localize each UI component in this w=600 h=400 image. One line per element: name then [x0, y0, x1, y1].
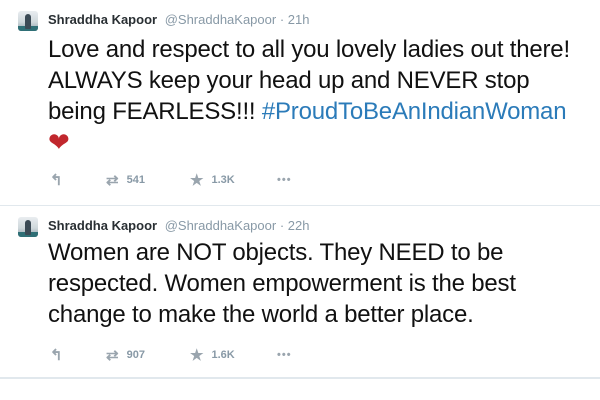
tweet-feed: Shraddha Kapoor @ShraddhaKapoor · 21h Lo… — [0, 0, 600, 400]
star-icon: ★ — [190, 172, 204, 189]
author-handle[interactable]: @ShraddhaKapoor — [165, 218, 277, 233]
hashtag-link[interactable]: #ProudToBeAnIndianWoman — [262, 98, 567, 125]
tweet[interactable]: Shraddha Kapoor @ShraddhaKapoor · 21h Lo… — [0, 0, 600, 206]
reply-icon: ↰ — [50, 172, 63, 189]
retweet-count: 541 — [126, 174, 145, 186]
author-name[interactable]: Shraddha Kapoor — [48, 218, 157, 233]
more-button[interactable]: ••• — [277, 346, 292, 364]
author-handle[interactable]: @ShraddhaKapoor — [165, 12, 277, 27]
more-button[interactable]: ••• — [277, 171, 292, 189]
avatar[interactable] — [18, 217, 38, 237]
reply-button[interactable]: ↰ — [50, 171, 63, 189]
tweet[interactable]: Shraddha Kapoor @ShraddhaKapoor · 22h Wo… — [0, 206, 600, 378]
favorite-button[interactable]: ★ 1.6K — [190, 346, 235, 364]
tweet-header: Shraddha Kapoor @ShraddhaKapoor · 22h — [48, 218, 310, 233]
reply-icon: ↰ — [50, 347, 63, 364]
retweet-icon: ⇄ — [106, 172, 119, 189]
more-icon: ••• — [277, 174, 292, 186]
timestamp[interactable]: 22h — [288, 218, 310, 233]
retweet-button[interactable]: ⇄ 907 — [106, 346, 145, 364]
retweet-count: 907 — [126, 349, 145, 361]
reply-button[interactable]: ↰ — [50, 346, 63, 364]
retweet-button[interactable]: ⇄ 541 — [106, 171, 145, 189]
retweet-icon: ⇄ — [106, 347, 119, 364]
tweet-header: Shraddha Kapoor @ShraddhaKapoor · 21h — [48, 12, 310, 27]
next-tweet — [0, 378, 600, 400]
heart-emoji: ❤ — [48, 127, 70, 157]
more-icon: ••• — [277, 349, 292, 361]
separator: · — [279, 12, 285, 27]
author-name[interactable]: Shraddha Kapoor — [48, 12, 157, 27]
separator: · — [279, 218, 285, 233]
favorite-count: 1.3K — [211, 174, 235, 186]
avatar[interactable] — [18, 11, 38, 31]
star-icon: ★ — [190, 347, 204, 364]
favorite-count: 1.6K — [211, 349, 235, 361]
timestamp[interactable]: 21h — [288, 12, 310, 27]
favorite-button[interactable]: ★ 1.3K — [190, 171, 235, 189]
tweet-text: Women are NOT objects. They NEED to be r… — [48, 239, 516, 328]
tweet-text: Love and respect to all you lovely ladie… — [48, 34, 593, 159]
